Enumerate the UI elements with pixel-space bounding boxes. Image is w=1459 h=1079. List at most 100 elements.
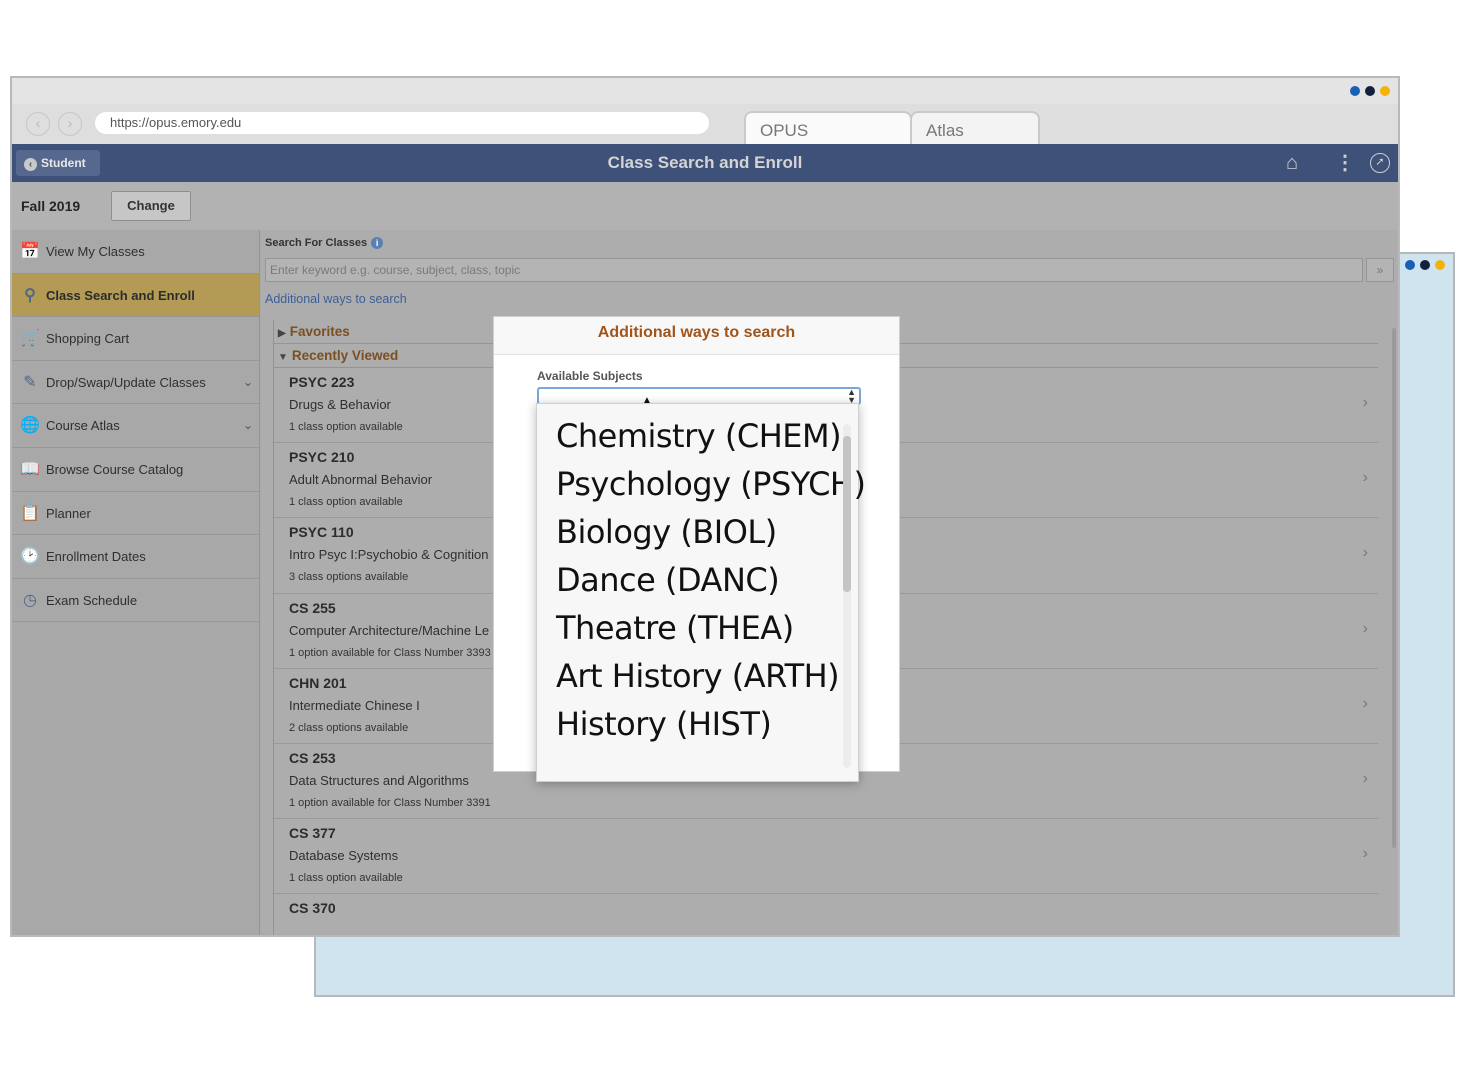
chevron-right-icon[interactable]: › <box>1363 695 1368 713</box>
sidebar-item-view-my-classes[interactable]: 📅 View My Classes <box>12 230 259 274</box>
sidebar-item-label: View My Classes <box>46 244 145 259</box>
subject-option[interactable]: History (HIST) <box>556 705 772 743</box>
student-back-label: Student <box>41 156 86 170</box>
course-options: 1 class option available <box>289 496 403 509</box>
forward-arrow-icon[interactable]: › <box>58 112 82 136</box>
window-dot-blue[interactable] <box>1350 86 1360 96</box>
more-vertical-icon[interactable]: ⋮ <box>1335 153 1355 173</box>
window-dot-blue[interactable] <box>1405 260 1415 270</box>
subject-option[interactable]: Psychology (PSYCH) <box>556 465 866 503</box>
sidebar-item-course-atlas[interactable]: 🌐 Course Atlas ⌄ <box>12 404 259 448</box>
course-name: Intro Psyc I:Psychobio & Cognition <box>289 547 489 563</box>
browser-toolbar: ‹ › https://opus.emory.edu OPUS Atlas <box>12 104 1398 146</box>
sidebar-item-label: Shopping Cart <box>46 331 130 347</box>
course-name: Adult Abnormal Behavior <box>289 472 433 488</box>
caret-down-icon: ▼ <box>278 352 288 363</box>
cart-icon: 🛒 <box>20 330 40 348</box>
tab-atlas[interactable]: Atlas <box>910 111 1040 146</box>
additional-search-link[interactable]: Additional ways to search <box>265 292 407 306</box>
search-input[interactable]: Enter keyword e.g. course, subject, clas… <box>265 258 1363 282</box>
course-options: 3 class options available <box>289 571 409 584</box>
course-code: CS 370 <box>289 900 336 917</box>
search-go-button[interactable]: » <box>1366 258 1394 282</box>
chevron-right-icon[interactable]: › <box>1363 394 1368 412</box>
subjects-dropdown-list: Chemistry (CHEM) Psychology (PSYCH) Biol… <box>536 403 866 782</box>
home-icon[interactable]: ⌂ <box>1286 153 1298 173</box>
tab-opus[interactable]: OPUS <box>744 111 912 146</box>
dates-icon: 🕑 <box>20 548 40 566</box>
sidebar-item-browse-catalog[interactable]: 📖 Browse Course Catalog <box>12 448 259 492</box>
student-back-button[interactable]: ‹ Student <box>16 150 100 176</box>
dropdown-scroll-thumb[interactable] <box>843 436 851 592</box>
page-title: Class Search and Enroll <box>607 153 803 172</box>
sidebar-item-planner[interactable]: 📋 Planner <box>12 492 259 536</box>
course-options: 1 class option available <box>289 872 403 885</box>
search-icon: ⚲ <box>24 286 36 304</box>
sidebar-item-label: Class Search and Enroll <box>46 287 195 303</box>
course-options: 1 option available for Class Number 3391 <box>289 796 491 809</box>
search-label: Search For Classes <box>265 237 368 249</box>
sidebar-item-label: Exam Schedule <box>46 592 138 608</box>
course-options: 2 class options available <box>289 721 409 734</box>
chevron-right-icon[interactable]: › <box>1363 620 1368 638</box>
app-header: Class Search and Enroll ‹ Student ⌂ ⋮ ➚ <box>12 144 1398 182</box>
chevron-right-icon[interactable]: › <box>1363 845 1368 863</box>
term-bar: Fall 2019 Change <box>12 182 1398 230</box>
course-name: Computer Architecture/Machine Le <box>289 622 490 638</box>
chevron-down-icon[interactable]: ⌄ <box>243 361 253 404</box>
window-dot-yellow[interactable] <box>1435 260 1445 270</box>
course-name: Intermediate Chinese I <box>289 697 420 713</box>
back-arrow-icon[interactable]: ‹ <box>26 112 50 136</box>
subject-option[interactable]: Theatre (THEA) <box>556 609 794 647</box>
term-label: Fall 2019 <box>21 198 81 214</box>
course-code: CS 255 <box>289 599 336 616</box>
sidebar: 📅 View My Classes ⚲ Class Search and Enr… <box>12 230 260 935</box>
course-code: CS 253 <box>289 749 336 766</box>
sidebar-item-class-search[interactable]: ⚲ Class Search and Enroll <box>12 273 259 318</box>
chevron-down-icon[interactable]: ⌄ <box>243 404 253 447</box>
chevron-right-icon[interactable]: › <box>1363 544 1368 562</box>
subject-option[interactable]: Art History (ARTH) <box>556 657 840 695</box>
chevron-right-icon[interactable]: › <box>1363 770 1368 788</box>
url-bar[interactable]: https://opus.emory.edu <box>95 112 709 134</box>
subject-option[interactable]: Dance (DANC) <box>556 561 780 599</box>
course-code: CHN 201 <box>289 674 347 691</box>
sidebar-item-label: Planner <box>46 505 91 521</box>
window-dot-navy[interactable] <box>1420 260 1430 270</box>
subject-option[interactable]: Chemistry (CHEM) <box>556 417 842 455</box>
search-section-title: Search For Classes i <box>265 237 384 249</box>
calendar-icon: 📅 <box>20 243 40 260</box>
window-dot-yellow[interactable] <box>1380 86 1390 96</box>
chevron-left-icon: ‹ <box>24 158 37 171</box>
sidebar-item-shopping-cart[interactable]: 🛒 Shopping Cart <box>12 317 259 361</box>
globe-icon: 🌐 <box>20 417 40 435</box>
sidebar-item-label: Browse Course Catalog <box>46 461 184 477</box>
select-arrows-icon: ▲ ▼ <box>847 387 856 405</box>
sidebar-item-label: Course Atlas <box>46 418 120 434</box>
course-row[interactable]: CS 370 <box>274 894 1378 935</box>
sidebar-item-drop-swap-update[interactable]: ✎ Drop/Swap/Update Classes ⌄ <box>12 361 259 405</box>
window-controls <box>1350 86 1390 96</box>
modal-title: Additional ways to search <box>494 317 899 355</box>
compass-icon[interactable]: ➚ <box>1370 153 1390 173</box>
clock-icon: ◷ <box>23 591 37 609</box>
course-code: CS 377 <box>289 825 336 842</box>
window-titlebar <box>12 78 1398 104</box>
course-name: Database Systems <box>289 848 399 864</box>
background-window-dots <box>1405 260 1445 270</box>
chevron-right-icon[interactable]: › <box>1363 469 1368 487</box>
sidebar-item-enrollment-dates[interactable]: 🕑 Enrollment Dates <box>12 535 259 579</box>
change-term-button[interactable]: Change <box>111 191 191 221</box>
course-code: PSYC 210 <box>289 449 355 466</box>
results-scrollbar[interactable] <box>1392 328 1396 848</box>
info-icon[interactable]: i <box>371 237 384 249</box>
course-row[interactable]: CS 377 Database Systems 1 class option a… <box>274 819 1378 895</box>
window-dot-navy[interactable] <box>1365 86 1375 96</box>
sidebar-item-label: Drop/Swap/Update Classes <box>46 374 206 390</box>
course-code: PSYC 223 <box>289 374 355 390</box>
subject-option[interactable]: Biology (BIOL) <box>556 513 777 551</box>
sidebar-item-exam-schedule[interactable]: ◷ Exam Schedule <box>12 579 259 623</box>
favorites-label: Favorites <box>289 324 350 339</box>
course-options: 1 class option available <box>289 421 403 433</box>
caret-right-icon: ▶ <box>278 328 286 339</box>
